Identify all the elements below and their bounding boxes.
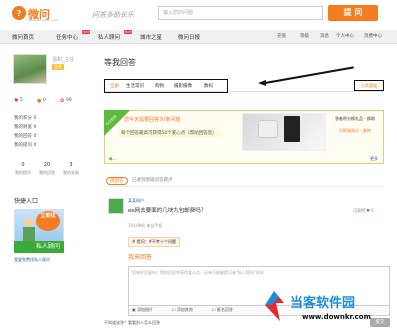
search-input[interactable]: 输入您的问题 <box>158 6 323 20</box>
nav-city-star[interactable]: 城市之星 <box>140 33 162 41</box>
grid-label-asked: 我的提问 <box>15 170 31 175</box>
checkbox-icon: ☐ <box>172 307 176 312</box>
level-badge: 主任 <box>52 64 64 70</box>
watermark-title: 当客软件园 <box>290 296 356 311</box>
answer-title: 我来回答 <box>128 254 153 261</box>
promo-exchange-link[interactable]: 乐帆城高分 - 美地 <box>339 128 371 134</box>
answers-label: 我的回答 <box>14 134 32 139</box>
watermark-url: www.downkr.com <box>302 313 371 321</box>
grid-label-adopted: 我的采纳 <box>63 170 79 175</box>
nav-daily[interactable]: 微问日报 <box>178 33 200 41</box>
tab-photography[interactable]: 摄影摄像 <box>174 83 192 89</box>
quick-link[interactable]: 我要免费找私人顾问 <box>14 257 50 263</box>
quick-sticker: 立即找 <box>36 211 60 231</box>
avatar[interactable] <box>13 54 47 84</box>
page-title: 等我回答 <box>104 58 136 67</box>
tablet-icon <box>284 116 300 142</box>
points-label: 我的积分 <box>14 116 32 121</box>
watermark-logo-icon <box>265 291 284 321</box>
heart-icon: ♥ <box>14 98 19 104</box>
heart-icon: ♥ <box>366 208 370 213</box>
submit-button[interactable]: 提交 <box>370 318 390 327</box>
nav-consume-center[interactable]: 消费中心 <box>364 33 382 39</box>
stat-coins: 0 <box>43 98 46 103</box>
nav-recharge[interactable]: 充值 <box>277 33 286 39</box>
nav-home[interactable]: 微问首页 <box>12 33 34 41</box>
status-other-tab[interactable]: 已收到围观问答题点 <box>132 177 173 183</box>
grid-num-asked[interactable]: 0 <box>14 162 32 168</box>
checkbox-icon: ☐ <box>212 307 216 312</box>
promo-exchange-title: 答者积分换礼品 - 换取 <box>335 116 375 121</box>
nav-private-advisor-label: 私人顾问 <box>98 35 121 41</box>
questions-label: 我的提问 <box>14 143 32 148</box>
add-image-button[interactable]: ▣ 添加图片 <box>132 307 153 313</box>
tab-all[interactable]: 全部 <box>110 83 119 89</box>
coin-icon: ● <box>37 98 42 104</box>
quick-bar[interactable]: 私人顾问 <box>14 241 64 253</box>
tab-life[interactable]: 生活常识 <box>126 83 144 89</box>
wealth-value: 0 <box>33 125 37 130</box>
nav-private-advisor[interactable]: 私人顾问 HOT <box>98 30 133 41</box>
question-text[interactable]: ee网去要面的几块九包邮费吗？ <box>128 206 206 214</box>
hot-badge: HOT <box>124 30 133 34</box>
nav-task-center[interactable]: 任务中心 HOT <box>56 30 91 41</box>
answers-value: 0 <box>33 134 37 139</box>
promo-task-text: 您今天需要回答30条问题 <box>124 117 181 123</box>
arrow-head-icon <box>258 80 266 86</box>
anonymous-toggle[interactable]: ☐ 匿名回答 <box>212 307 233 313</box>
question-meta: 10分钟前 来自手机 <box>128 223 163 228</box>
questions-value: 0 <box>33 143 37 148</box>
sidebar-link-points[interactable]: 我的积分 0 <box>14 115 36 121</box>
username[interactable]: 温和_主任 <box>52 56 75 63</box>
promo-small-text: ... <box>112 156 116 161</box>
promo-reward-text[interactable]: 每个回答最高可获得50个爱心点（帮助回答您） <box>118 129 220 137</box>
sidebar-link-wealth[interactable]: 我的财富 0 <box>14 124 36 130</box>
promo-more-link[interactable]: 更多 <box>370 156 378 162</box>
status-pending-tab[interactable]: 待回答 <box>106 177 128 185</box>
nav-level[interactable]: 等级 <box>300 33 309 39</box>
nav-task-center-label: 任务中心 <box>56 35 79 41</box>
quick-entry-title: 快捷入口 <box>14 198 39 205</box>
category-manage-button[interactable]: 分类管理 <box>354 80 384 91</box>
grid-num-adopted[interactable]: 3 <box>62 162 80 168</box>
ask-button[interactable]: 提 问 <box>328 5 378 21</box>
footer-note[interactable]: 不知道该答？看看别人怎么回答 <box>104 320 160 326</box>
question-ask-tag[interactable]: # 提问：#不考十个问题 <box>128 237 180 247</box>
add-other-label: 添加其他 <box>176 307 193 312</box>
question-user-avatar[interactable] <box>108 198 124 214</box>
wealth-label: 我的财富 <box>14 125 32 130</box>
points-value: 0 <box>33 116 37 121</box>
hot-badge: HOT <box>82 30 91 34</box>
slogan: 问答多助长乐 <box>92 11 134 19</box>
nav-personal-center[interactable]: 个人中心 <box>336 33 354 39</box>
logo-subtext: wenwen.sogou.com <box>28 18 58 22</box>
add-other-button[interactable]: ☐ 添加其他 <box>172 307 193 313</box>
anonymous-label: 匿名回答 <box>216 307 233 312</box>
stat-hearts: 5 <box>20 98 23 103</box>
nav-message[interactable]: 消息 <box>320 33 329 39</box>
question-reward: 可获得 ♥ 5 <box>353 208 374 214</box>
add-image-label: 添加图片 <box>137 307 154 312</box>
logo-icon[interactable]: ? <box>12 6 26 20</box>
image-icon: ▣ <box>132 307 136 312</box>
grid-label-answered: 我的回答 <box>39 170 55 175</box>
grid-num-answered[interactable]: 20 <box>38 162 56 168</box>
question-username[interactable]: 某某网户 <box>128 198 144 204</box>
tab-digital[interactable]: 数码 <box>204 83 213 89</box>
sidebar-link-answers[interactable]: 我的回答 0 <box>14 133 36 139</box>
sidebar-link-questions[interactable]: 我的提问 0 <box>14 142 36 148</box>
tab-shopping[interactable]: 购物 <box>155 83 164 89</box>
reward-value: 5 <box>371 208 374 213</box>
cooker-icon <box>258 120 278 138</box>
logo-mark: ? <box>16 8 22 18</box>
reward-label: 可获得 <box>353 208 365 213</box>
flower-icon: ✿ <box>60 98 65 104</box>
stat-flowers: 99 <box>66 98 72 103</box>
